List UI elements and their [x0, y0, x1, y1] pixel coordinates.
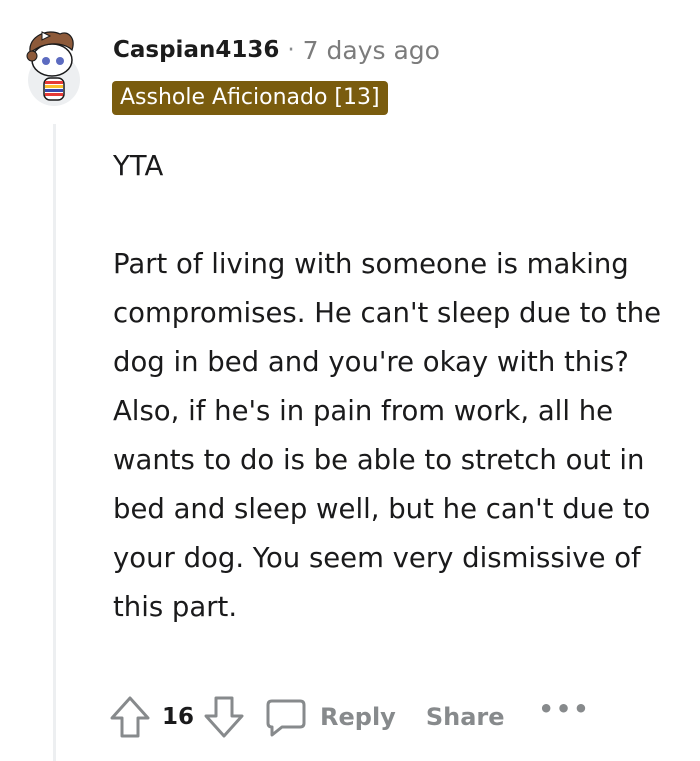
- reply-label: Reply: [320, 703, 396, 731]
- comment-paragraph: Part of living with someone is making co…: [113, 248, 662, 623]
- snoo-avatar-icon: [26, 31, 80, 106]
- username-link[interactable]: Caspian4136: [113, 37, 279, 63]
- comment-bubble-icon: [266, 699, 306, 737]
- timestamp[interactable]: 7 days ago: [303, 36, 440, 65]
- avatar[interactable]: [14, 18, 94, 108]
- comment-body: YTA Part of living with someone is makin…: [113, 142, 693, 632]
- vote-count: 16: [162, 704, 195, 730]
- downvote-icon[interactable]: [202, 694, 246, 740]
- share-button[interactable]: Share: [426, 703, 505, 731]
- user-flair: Asshole Aficionado [13]: [112, 81, 388, 115]
- thread-line[interactable]: [53, 124, 56, 761]
- comment-header: Caspian4136 · 7 days ago: [113, 33, 440, 67]
- comment-verdict: YTA: [113, 150, 164, 182]
- separator-dot: ·: [287, 37, 295, 63]
- share-label: Share: [425, 703, 505, 731]
- upvote-icon[interactable]: [108, 694, 152, 740]
- reply-button[interactable]: Reply: [264, 697, 396, 737]
- comment-actions: 16 Reply Share •••: [108, 693, 591, 741]
- more-options-button[interactable]: •••: [539, 695, 591, 723]
